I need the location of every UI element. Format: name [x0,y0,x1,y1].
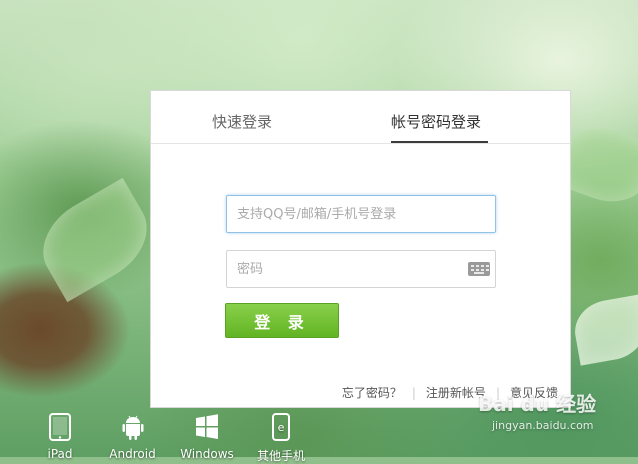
baidu-watermark: Bai du 经验 jingyan.baidu.com [478,388,596,432]
device-download-bar: iPad Android Windows e 其他手机 [0,413,420,463]
windows-icon [196,414,218,439]
password-field[interactable] [226,250,496,288]
device-android[interactable]: Android [105,413,160,461]
device-windows[interactable]: Windows [178,413,236,461]
tab-quick-login[interactable]: 快速登录 [212,111,272,132]
login-tabs: 快速登录 帐号密码登录 [151,91,570,144]
login-button[interactable]: 登 录 [225,303,339,338]
phone-icon: e [272,413,290,441]
device-other-phone[interactable]: e 其他手机 [252,413,310,464]
link-separator: | [411,385,416,400]
forgot-password-link[interactable]: 忘了密码？ [342,384,402,401]
active-tab-indicator [391,141,488,143]
username-field[interactable] [226,195,496,233]
password-input[interactable] [227,251,467,287]
android-icon [122,415,143,440]
tab-account-password-login[interactable]: 帐号密码登录 [391,111,481,132]
watermark-brand: Bai du 经验 [478,392,597,416]
register-link[interactable]: 注册新帐号 [426,384,486,401]
watermark-url: jingyan.baidu.com [492,419,594,432]
login-dialog: 快速登录 帐号密码登录 登 录 忘了密码？ | 注册新帐号 | 意见反馈 [150,90,571,408]
svg-text:e: e [278,421,285,434]
device-ipad[interactable]: iPad [40,413,80,461]
ipad-icon [49,413,71,441]
username-input[interactable] [227,196,467,232]
keyboard-icon[interactable] [468,262,490,276]
